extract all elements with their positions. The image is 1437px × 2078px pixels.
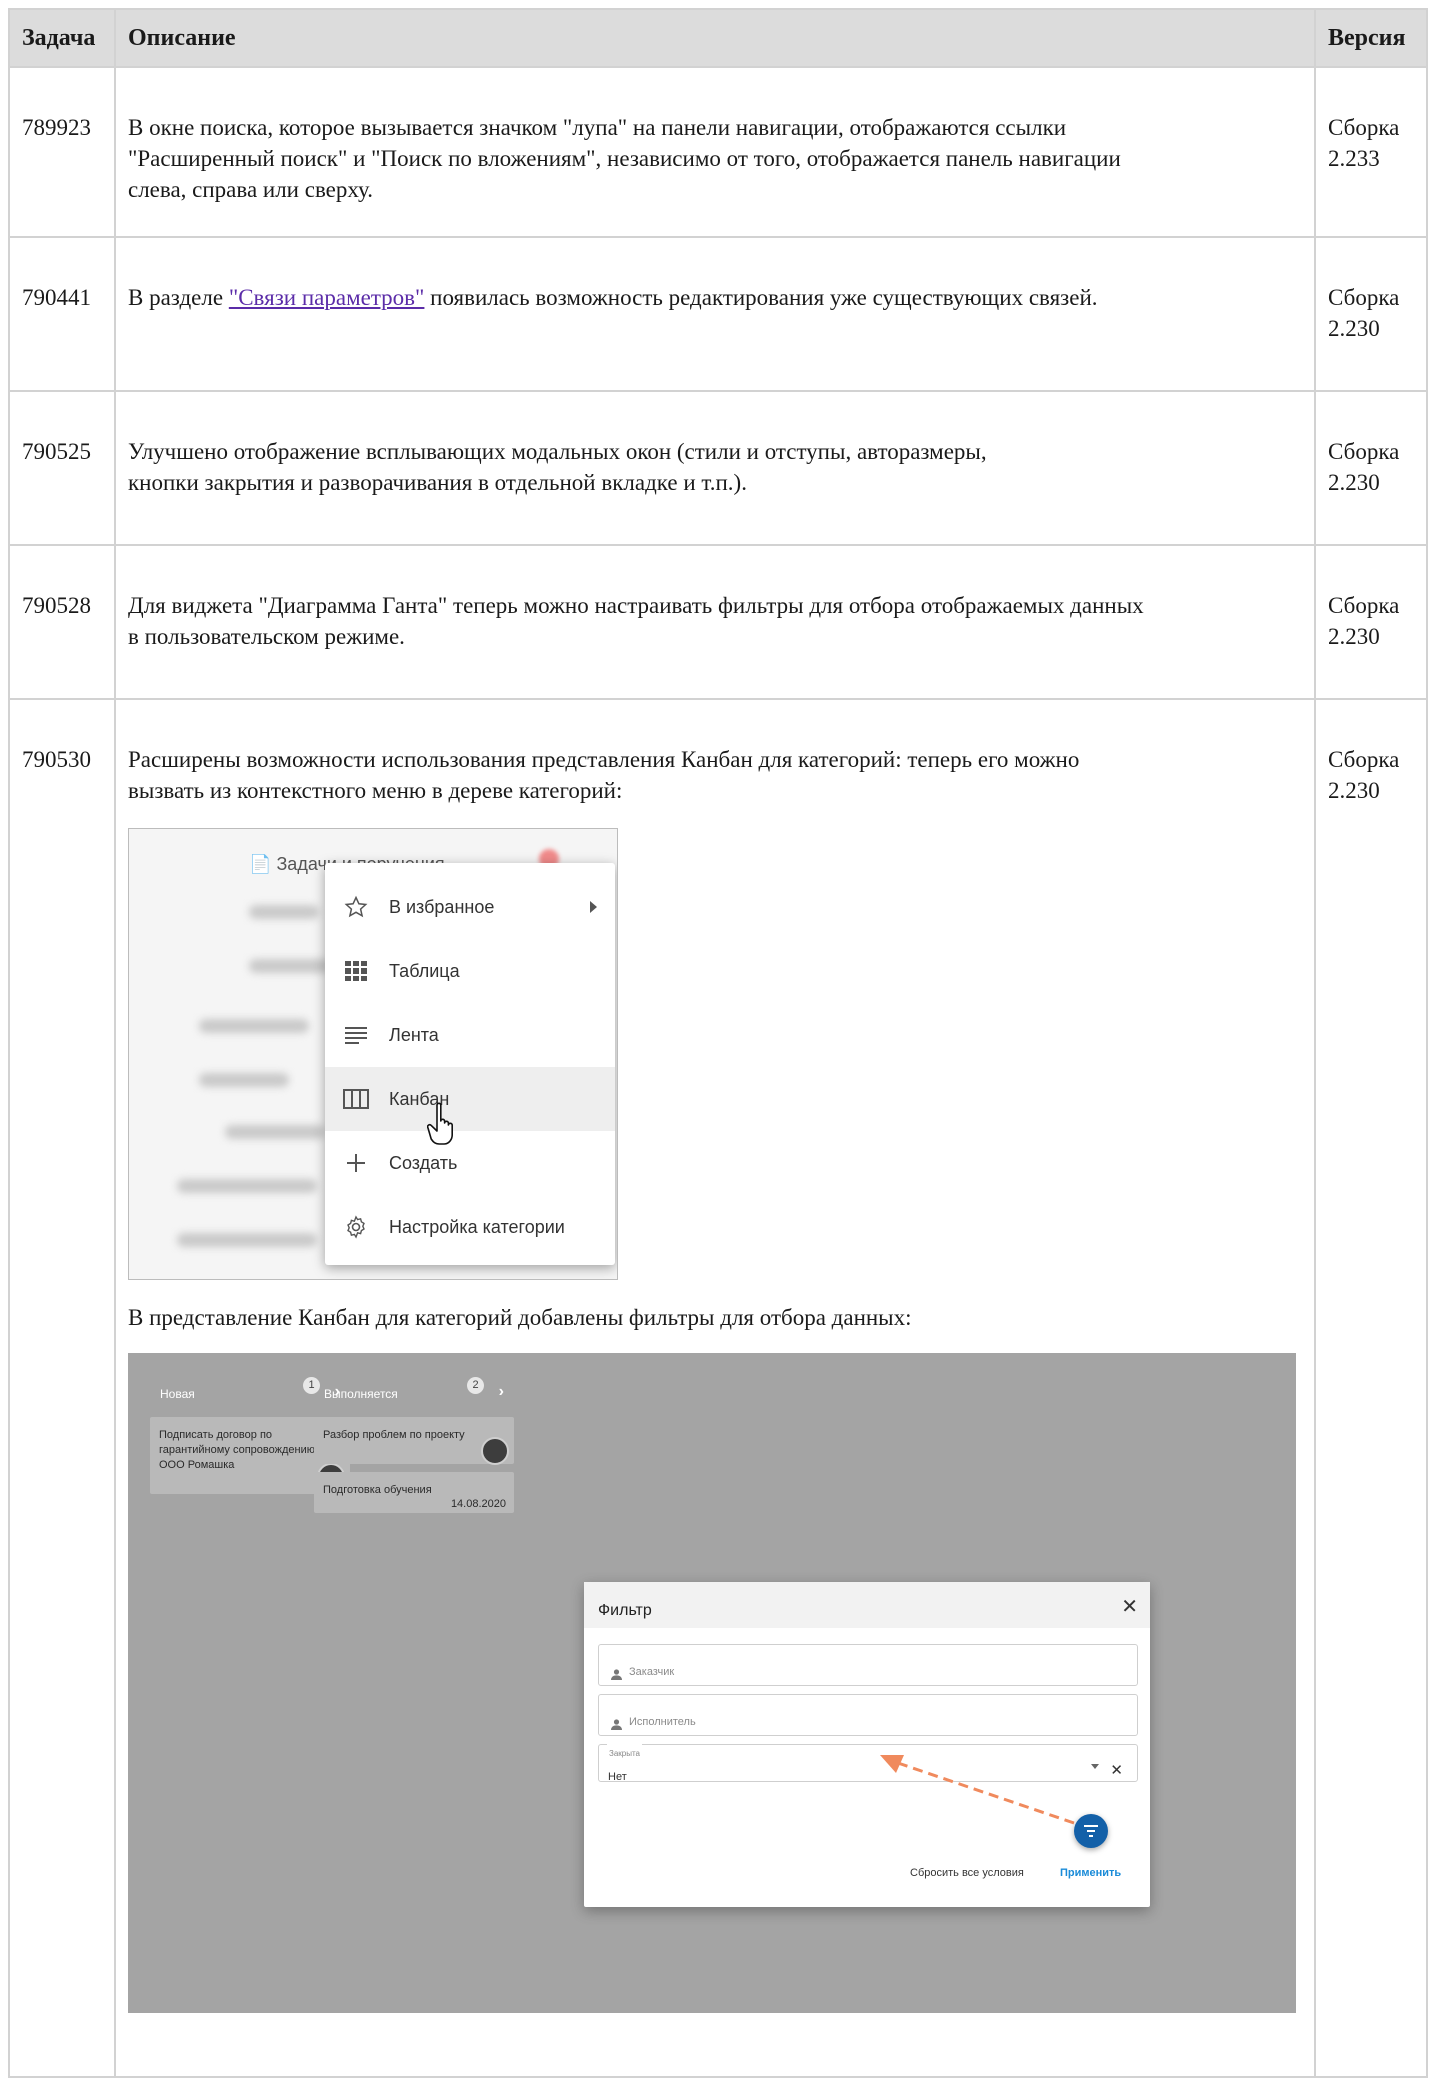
task-id: 790530 (8, 698, 116, 2078)
task-version: Сборка 2.230 (1314, 390, 1428, 546)
menu-item-table[interactable]: Таблица (325, 939, 615, 1003)
blurred-tree-item (225, 1125, 325, 1139)
document-icon: 📄 (249, 854, 272, 874)
table-row: 789923 В окне поиска, которое вызывается… (8, 66, 1428, 238)
blurred-tree-item (249, 959, 329, 973)
task-version: Сборка 2.230 (1314, 698, 1428, 2078)
menu-item-favorites[interactable]: В избранное (325, 875, 615, 939)
task-version: Сборка 2.230 (1314, 236, 1428, 392)
context-menu-screenshot: 📄 Задачи и поручения В избранное (128, 828, 618, 1280)
gear-icon (341, 1212, 371, 1242)
description-text-before: В разделе (128, 285, 229, 310)
menu-item-category-settings[interactable]: Настройка категории (325, 1195, 615, 1259)
context-menu: В избранное Таблица Лента Канбан Создать… (325, 863, 615, 1265)
pointer-arrow (880, 1755, 1075, 1825)
task-version: Сборка 2.233 (1314, 66, 1428, 238)
task-id: 790525 (8, 390, 116, 546)
star-outline-icon (341, 892, 371, 922)
task-id: 790441 (8, 236, 116, 392)
task-description: В разделе "Связи параметров" появилась в… (114, 236, 1316, 392)
grid-icon (341, 956, 371, 986)
task-id: 790528 (8, 544, 116, 700)
description-text: Расширены возможности использования пред… (128, 747, 1080, 803)
hand-cursor-icon (426, 1101, 461, 1155)
plus-icon (341, 1148, 371, 1178)
menu-item-label: Таблица (389, 960, 460, 981)
header-row: Задача Описание Версия (8, 8, 1428, 68)
blurred-tree-item (199, 1019, 309, 1033)
task-id: 789923 (8, 66, 116, 238)
task-version: Сборка 2.230 (1314, 544, 1428, 700)
submenu-arrow-icon (590, 901, 597, 913)
blurred-tree-item (249, 905, 319, 919)
menu-item-create[interactable]: Создать (325, 1131, 615, 1195)
task-description: Для виджета "Диаграмма Ганта" теперь мож… (114, 544, 1316, 700)
table-row: 790530 Расширены возможности использован… (8, 698, 1428, 2078)
task-description: В окне поиска, которое вызывается значко… (114, 66, 1316, 238)
description-text-after: появилась возможность редактирования уже… (424, 285, 1098, 310)
blurred-tree-item (199, 1073, 289, 1087)
blurred-tree-item (177, 1233, 317, 1247)
menu-item-label: Лента (389, 1024, 439, 1045)
task-header: Задача (8, 8, 116, 68)
version-header: Версия (1314, 8, 1428, 68)
blurred-tree-item (177, 1179, 317, 1193)
table-row: 790441 В разделе "Связи параметров" появ… (8, 236, 1428, 392)
parameter-links-link[interactable]: "Связи параметров" (229, 285, 425, 310)
menu-item-label: В избранное (389, 896, 495, 917)
menu-item-label: Настройка категории (389, 1216, 565, 1237)
table-row: 790528 Для виджета "Диаграмма Ганта" теп… (8, 544, 1428, 700)
description-header: Описание (114, 8, 1316, 68)
filter-icon (1084, 1825, 1098, 1837)
kanban-caption: В представление Канбан для категорий доб… (128, 1305, 912, 1330)
table-row: 790525 Улучшено отображение всплывающих … (8, 390, 1428, 546)
kanban-columns-icon (341, 1084, 371, 1114)
menu-item-kanban[interactable]: Канбан (325, 1067, 615, 1131)
release-notes-table: Задача Описание Версия 789923 В окне пои… (8, 8, 1428, 2078)
kanban-filter-screenshot: Новая 1 › Выполняется 2 › Подписать дого… (128, 1353, 1296, 2013)
task-description: Улучшено отображение всплывающих модальн… (114, 390, 1316, 546)
list-lines-icon (341, 1020, 371, 1050)
filter-fab-button[interactable] (1074, 1814, 1108, 1848)
menu-item-feed[interactable]: Лента (325, 1003, 615, 1067)
task-description: Расширены возможности использования пред… (114, 698, 1316, 2078)
